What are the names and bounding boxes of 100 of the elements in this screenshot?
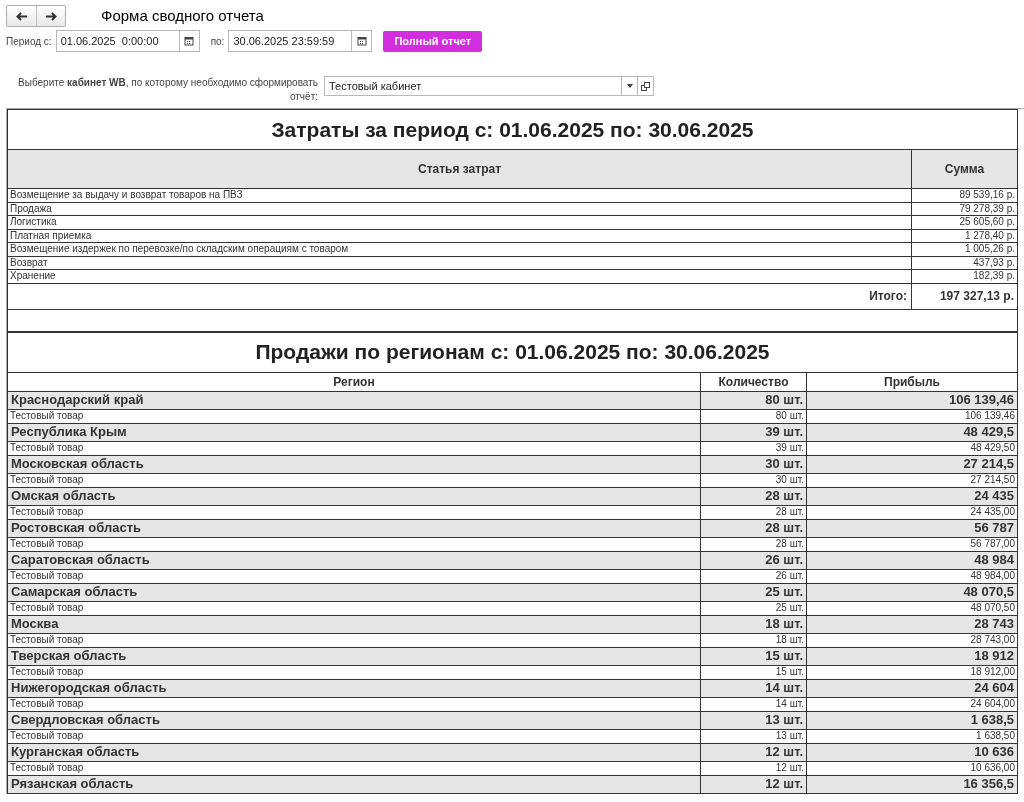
table-cell: 15 шт.: [700, 647, 807, 665]
cabinet-label: Выберите кабинет WB, по которому необходимо сформировать отчёт:: [17, 76, 318, 104]
period-to-label: по:: [210, 34, 225, 49]
table-cell: Возврат: [7, 256, 912, 270]
table-cell: 28 743: [806, 615, 1018, 633]
table-cell: Логистика: [7, 215, 912, 229]
table-cell: 1 638,50: [806, 729, 1018, 743]
table-cell: 12 шт.: [700, 775, 807, 793]
table-cell: 15 шт.: [700, 665, 807, 679]
product-cell: Тестовый товар: [7, 569, 701, 583]
region-cell: Краснодарский край: [7, 391, 701, 409]
table-cell: 25 шт.: [700, 601, 807, 615]
product-cell: Тестовый товар: [7, 441, 701, 455]
table-cell: 56 787: [806, 519, 1018, 537]
region-cell: Ростовская область: [7, 519, 701, 537]
table-cell: 1 005,26 р.: [911, 242, 1018, 256]
product-cell: Тестовый товар: [7, 729, 701, 743]
table-cell: 14 шт.: [700, 679, 807, 697]
table-cell: 10 636: [806, 743, 1018, 761]
product-cell: Тестовый товар: [7, 761, 701, 775]
total-label: Итого:: [7, 283, 912, 309]
table-cell: 10 636,00: [806, 761, 1018, 775]
date-field[interactable]: 01.06.2025 0:00:00: [55, 30, 200, 52]
product-cell: Тестовый товар: [7, 697, 701, 711]
product-cell: Тестовый товар: [7, 505, 701, 519]
window-title: Форма сводного отчета: [101, 5, 264, 26]
region-cell: Тверская область: [7, 647, 701, 665]
date-field[interactable]: 30.06.2025 23:59:59: [228, 30, 373, 52]
table-cell: 12 шт.: [700, 761, 807, 775]
period-from-label: Период с:: [6, 34, 52, 49]
table-cell: 39 шт.: [700, 441, 807, 455]
product-cell: Тестовый товар: [7, 665, 701, 679]
table-cell: 48 070,50: [806, 601, 1018, 615]
arrow-right-icon: [45, 11, 57, 21]
table-cell: 24 435: [806, 487, 1018, 505]
table-cell: 437,93 р.: [911, 256, 1018, 270]
table-cell: 25 605,60 р.: [911, 215, 1018, 229]
region-cell: Республика Крым: [7, 423, 701, 441]
region-cell: Самарская область: [7, 583, 701, 601]
region-cell: Омская область: [7, 487, 701, 505]
table-cell: 24 435,00: [806, 505, 1018, 519]
table-cell: 18 912,00: [806, 665, 1018, 679]
region-cell: Рязанская область: [7, 775, 701, 793]
column-header: Прибыль: [806, 372, 1018, 391]
table-cell: 27 214,50: [806, 473, 1018, 487]
cabinet-select[interactable]: Тестовый кабинет: [324, 76, 654, 96]
product-cell: Тестовый товар: [7, 409, 701, 423]
table-cell: 30 шт.: [700, 455, 807, 473]
table-cell: 28 шт.: [700, 537, 807, 551]
table-cell: 1 638,5: [806, 711, 1018, 729]
table-cell: 14 шт.: [700, 697, 807, 711]
table-cell: 48 429,50: [806, 441, 1018, 455]
table-cell: 16 356,5: [806, 775, 1018, 793]
product-cell: Тестовый товар: [7, 633, 701, 647]
table-cell: 79 278,39 р.: [911, 202, 1018, 216]
table-cell: Возмещение издержек по перевозке/по складским операциям с товаром: [7, 242, 912, 256]
product-cell: Тестовый товар: [7, 473, 701, 487]
table-cell: 106 139,46: [806, 409, 1018, 423]
table-cell: 26 шт.: [700, 551, 807, 569]
region-cell: Московская область: [7, 455, 701, 473]
product-cell: Тестовый товар: [7, 537, 701, 551]
table-cell: 48 984: [806, 551, 1018, 569]
table-cell: 28 шт.: [700, 519, 807, 537]
table-cell: 56 787,00: [806, 537, 1018, 551]
table-cell: 28 шт.: [700, 505, 807, 519]
region-cell: Саратовская область: [7, 551, 701, 569]
column-header: Статья затрат: [7, 149, 912, 189]
table-cell: Хранение: [7, 269, 912, 283]
table-cell: 13 шт.: [700, 711, 807, 729]
table-cell: 182,39 р.: [911, 269, 1018, 283]
table-cell: 89 539,16 р.: [911, 188, 1018, 202]
table-cell: 39 шт.: [700, 423, 807, 441]
arrow-left-icon: [15, 11, 28, 21]
open-window-icon: [641, 81, 650, 91]
column-header: Сумма: [911, 149, 1018, 189]
table-cell: 18 шт.: [700, 615, 807, 633]
calendar-icon: [356, 36, 367, 46]
report-title: Продажи по регионам с: 01.06.2025 по: 30.06.2025: [7, 332, 1018, 372]
table-cell: 80 шт.: [700, 409, 807, 423]
table-cell: 1 278,40 р.: [911, 229, 1018, 243]
table-cell: 13 шт.: [700, 729, 807, 743]
total-value: 197 327,13 р.: [911, 283, 1018, 309]
table-cell: 80 шт.: [700, 391, 807, 409]
table-cell: 26 шт.: [700, 569, 807, 583]
table-cell: 27 214,5: [806, 455, 1018, 473]
table-cell: 28 шт.: [700, 487, 807, 505]
table-cell: 12 шт.: [700, 743, 807, 761]
table-cell: 25 шт.: [700, 583, 807, 601]
table-cell: Платная приемка: [7, 229, 912, 243]
product-cell: Тестовый товар: [7, 601, 701, 615]
column-header: Количество: [700, 372, 807, 391]
table-cell: 24 604,00: [806, 697, 1018, 711]
region-cell: Нижегородская область: [7, 679, 701, 697]
table-cell: Возмещение за выдачу и возврат товаров на ПВЗ: [7, 188, 912, 202]
table-cell: 48 984,00: [806, 569, 1018, 583]
full-report-button[interactable]: Полный отчет: [383, 30, 483, 52]
report-title: Затраты за период с: 01.06.2025 по: 30.06.2025: [7, 109, 1018, 150]
table-cell: 24 604: [806, 679, 1018, 697]
dropdown-caret-icon: [626, 84, 633, 88]
table-cell: 18 шт.: [700, 633, 807, 647]
